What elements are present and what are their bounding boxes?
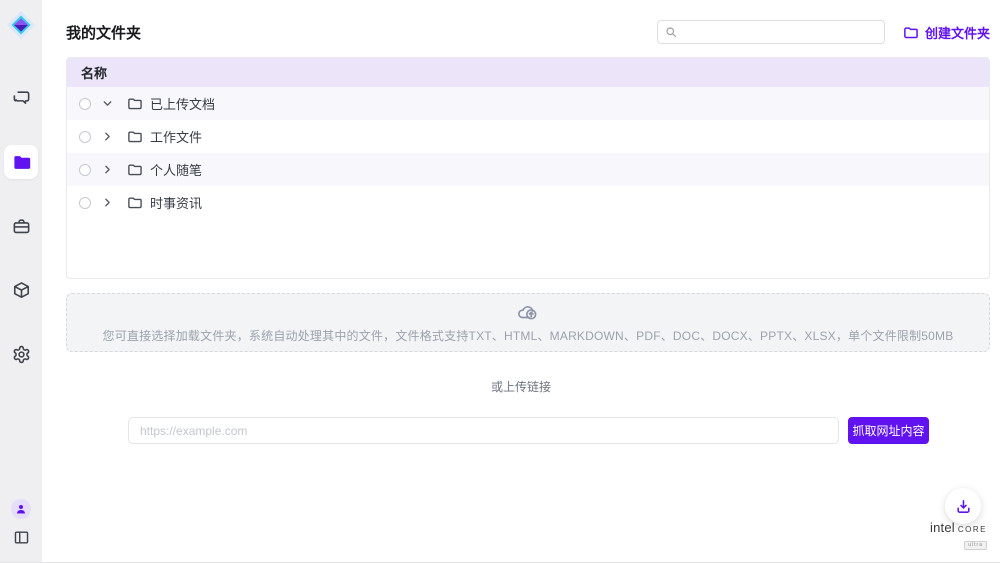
panel-icon xyxy=(13,529,30,546)
sidebar-bottom xyxy=(11,499,31,546)
download-fab-button[interactable] xyxy=(945,488,981,524)
row-checkbox[interactable] xyxy=(79,197,91,209)
upload-dropzone[interactable]: 您可直接选择加载文件夹，系统自动处理其中的文件，文件格式支持TXT、HTML、M… xyxy=(66,293,990,352)
app-logo-icon[interactable] xyxy=(5,9,37,41)
cube-icon xyxy=(12,281,31,300)
header-actions: 创建文件夹 xyxy=(657,20,990,44)
folder-icon xyxy=(127,96,142,111)
core-wordmark: core xyxy=(958,522,987,534)
folder-icon xyxy=(127,162,142,177)
table-header: 名称 xyxy=(67,58,989,87)
folder-icon xyxy=(12,153,31,172)
briefcase-icon xyxy=(12,217,31,236)
folder-plus-icon xyxy=(903,25,918,40)
chevron-right-icon[interactable] xyxy=(101,196,114,209)
table-row[interactable]: 已上传文档 xyxy=(67,87,989,120)
search-input[interactable] xyxy=(683,25,877,39)
row-checkbox[interactable] xyxy=(79,131,91,143)
sidebar-item-settings[interactable] xyxy=(4,337,38,371)
folder-name[interactable]: 个人随笔 xyxy=(150,160,202,179)
search-box[interactable] xyxy=(657,20,885,44)
sidebar-item-models[interactable] xyxy=(4,273,38,307)
row-checkbox[interactable] xyxy=(79,164,91,176)
folder-icon xyxy=(127,195,142,210)
collapse-sidebar-button[interactable] xyxy=(13,529,30,546)
folder-name[interactable]: 已上传文档 xyxy=(150,94,215,113)
fetch-url-button[interactable]: 抓取网址内容 xyxy=(848,417,929,444)
chevron-right-icon[interactable] xyxy=(101,163,114,176)
folder-icon xyxy=(127,129,142,144)
url-upload-row: 抓取网址内容 xyxy=(128,417,929,444)
intel-core-logo: intel core ultra xyxy=(930,521,987,550)
folder-name[interactable]: 工作文件 xyxy=(150,127,202,146)
sidebar xyxy=(0,0,42,562)
chevron-down-icon[interactable] xyxy=(101,97,114,110)
ultra-badge: ultra xyxy=(964,541,987,550)
folder-name[interactable]: 时事资讯 xyxy=(150,193,202,212)
table-row[interactable]: 时事资讯 xyxy=(67,186,989,219)
sidebar-item-workspace[interactable] xyxy=(4,209,38,243)
intel-wordmark: intel xyxy=(930,521,955,534)
table-row[interactable]: 工作文件 xyxy=(67,120,989,153)
search-icon xyxy=(665,26,677,38)
cloud-upload-icon xyxy=(517,301,539,323)
row-checkbox[interactable] xyxy=(79,98,91,110)
download-icon xyxy=(955,498,972,515)
user-avatar[interactable] xyxy=(11,499,31,519)
sidebar-nav xyxy=(4,81,38,371)
or-upload-link-text: 或上传链接 xyxy=(42,378,1000,395)
url-input[interactable] xyxy=(128,417,839,444)
table-row[interactable]: 个人随笔 xyxy=(67,153,989,186)
column-name: 名称 xyxy=(81,63,107,82)
page-header: 我的文件夹 创建文件夹 xyxy=(42,0,1000,44)
user-icon xyxy=(15,503,27,515)
gear-icon xyxy=(12,345,31,364)
app-window: 我的文件夹 创建文件夹 名称 xyxy=(0,0,1000,563)
chevron-right-icon[interactable] xyxy=(101,130,114,143)
folder-table: 名称 已上传文档 工作文件 xyxy=(66,57,990,279)
chat-icon xyxy=(12,89,31,108)
create-folder-label: 创建文件夹 xyxy=(925,23,990,42)
page-title: 我的文件夹 xyxy=(66,22,141,43)
sidebar-item-chat[interactable] xyxy=(4,81,38,115)
sidebar-item-folders[interactable] xyxy=(4,145,38,179)
upload-hint-text: 您可直接选择加载文件夹，系统自动处理其中的文件，文件格式支持TXT、HTML、M… xyxy=(103,327,954,344)
main-content: 我的文件夹 创建文件夹 名称 xyxy=(42,0,1000,562)
create-folder-button[interactable]: 创建文件夹 xyxy=(903,23,990,42)
